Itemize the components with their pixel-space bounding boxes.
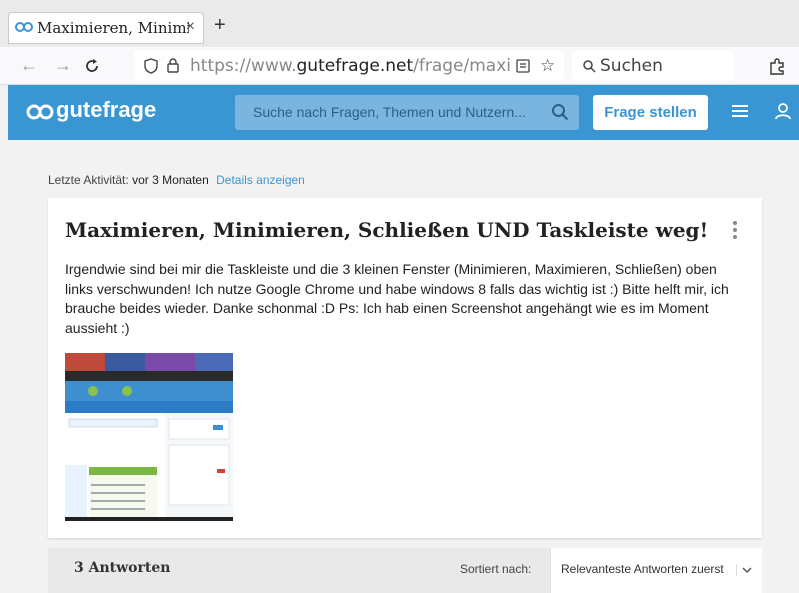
logo-icon — [26, 104, 54, 120]
main-content: Letzte Aktivität: vor 3 Monaten Details … — [8, 140, 799, 593]
logo-text: gutefrage — [56, 97, 157, 122]
tab-title: Maximieren, Minimieren, Schließen UND Ta… — [37, 19, 189, 37]
sort-select[interactable]: Relevanteste Antworten zuerst — [550, 548, 762, 593]
gutefrage-logo[interactable]: gutefrage — [26, 97, 156, 125]
chevron-down-icon — [736, 564, 752, 576]
browser-tab-bar: Maximieren, Minimieren, Schließen UND Ta… — [0, 0, 799, 47]
last-activity: Letzte Aktivität: vor 3 Monaten Details … — [48, 173, 305, 187]
close-tab-icon[interactable]: × — [186, 18, 195, 36]
browser-search-box[interactable]: Suchen — [572, 51, 734, 81]
gutefrage-favicon-icon — [15, 22, 33, 32]
user-icon[interactable] — [774, 102, 792, 120]
attached-screenshot[interactable] — [65, 353, 233, 521]
bookmark-star-icon[interactable]: ☆ — [540, 56, 555, 76]
question-body: Irgendwie sind bei mir die Taskleiste un… — [65, 261, 729, 336]
question-card: Maximieren, Minimieren, Schließen UND Ta… — [48, 198, 762, 538]
site-search-placeholder: Suche nach Fragen, Themen und Nutzern... — [253, 104, 526, 120]
site-search-input[interactable]: Suche nach Fragen, Themen und Nutzern... — [235, 95, 579, 130]
answers-count: 3 Antworten — [74, 560, 171, 576]
activity-time: vor 3 Monaten — [132, 173, 209, 187]
details-link[interactable]: Details anzeigen — [216, 173, 305, 187]
shield-icon[interactable] — [144, 58, 158, 74]
sort-value: Relevanteste Antworten zuerst — [561, 562, 724, 576]
browser-tab[interactable]: Maximieren, Minimieren, Schließen UND Ta… — [8, 12, 204, 44]
forward-arrow-icon[interactable]: → — [54, 55, 72, 76]
browser-search-placeholder: Suchen — [600, 56, 663, 76]
lock-icon[interactable] — [166, 57, 180, 73]
extensions-icon[interactable] — [768, 57, 786, 75]
back-arrow-icon[interactable]: ← — [20, 55, 38, 76]
url-text: https://www.gutefrage.net/frage/maximier… — [190, 56, 510, 76]
search-icon — [583, 60, 596, 73]
more-options-icon[interactable] — [732, 220, 738, 240]
answers-bar: 3 Antworten Sortiert nach: Relevanteste … — [48, 548, 762, 593]
question-title: Maximieren, Minimieren, Schließen UND Ta… — [65, 218, 709, 242]
hamburger-menu-icon[interactable] — [731, 103, 749, 119]
sort-label: Sortiert nach: — [460, 562, 532, 576]
activity-label: Letzte Aktivität: — [48, 173, 129, 187]
ask-question-button[interactable]: Frage stellen — [593, 95, 708, 130]
new-tab-button[interactable]: + — [214, 14, 226, 37]
site-header: gutefrage Suche nach Fragen, Themen und … — [8, 85, 799, 140]
browser-nav-bar: ← → https://www.gutefrage.net/frage/maxi… — [0, 47, 799, 85]
address-bar[interactable]: https://www.gutefrage.net/frage/maximier… — [134, 51, 564, 81]
reload-icon[interactable] — [84, 58, 100, 74]
search-icon[interactable] — [551, 103, 569, 121]
screenshot-thumbnail — [65, 353, 233, 521]
reader-view-icon[interactable] — [516, 59, 530, 73]
